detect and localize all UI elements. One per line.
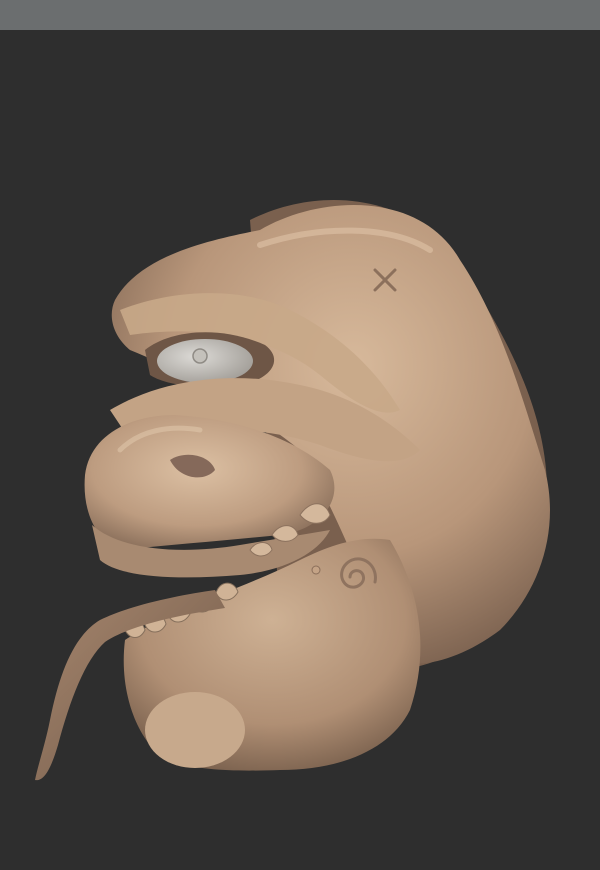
chin <box>145 692 245 768</box>
eye-pupil <box>192 348 208 364</box>
3d-viewport[interactable] <box>0 30 600 870</box>
sculpt-model[interactable] <box>0 30 600 870</box>
jaw-bump <box>311 565 321 575</box>
window-title-bar <box>0 0 600 31</box>
